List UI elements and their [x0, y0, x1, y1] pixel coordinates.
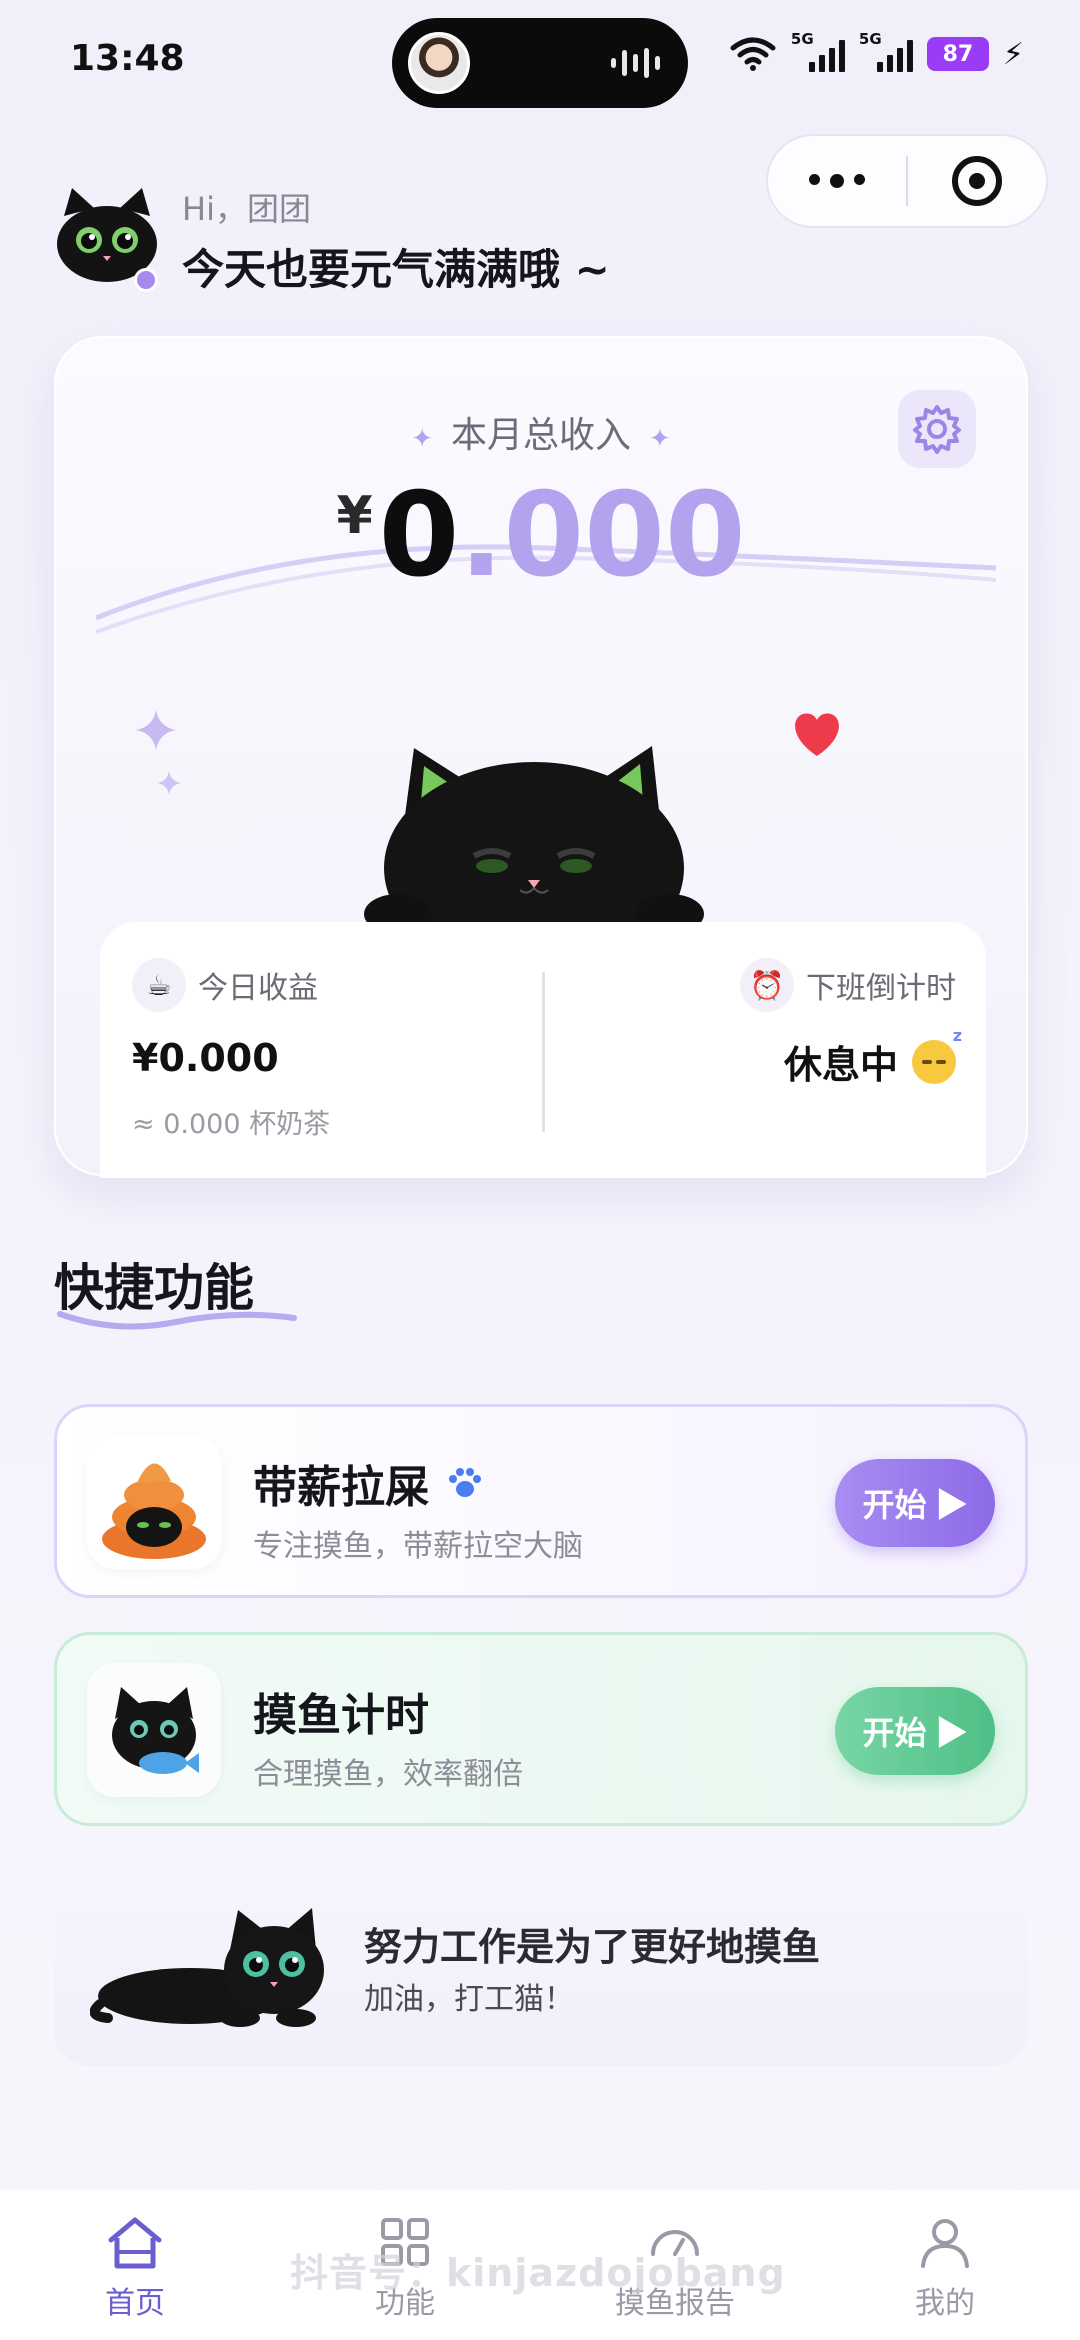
tab-profile[interactable]: 我的	[810, 2190, 1080, 2340]
charging-icon: ⚡	[1002, 36, 1024, 72]
feature-subtitle: 专注摸鱼，带薪拉空大脑	[253, 1529, 583, 1564]
quick-functions-title: 快捷功能	[54, 1259, 254, 1317]
peeking-cat-illustration	[364, 746, 704, 938]
online-status-dot	[134, 268, 158, 292]
sparkle-icon: ✦	[411, 424, 433, 454]
tab-home[interactable]: 首页	[0, 2190, 270, 2340]
douyin-watermark: 抖音号：kinjazdojobang	[290, 2251, 786, 2295]
greeting-message: 今天也要元气满满哦 ~	[182, 245, 610, 294]
home-icon	[103, 2210, 167, 2274]
monthly-income-amount: ¥0.000	[336, 468, 746, 603]
today-earnings-header: ☕ 今日收益	[132, 958, 318, 1012]
wifi-icon	[730, 37, 776, 71]
cat-with-fish-icon	[87, 1663, 221, 1797]
status-bar: 13:48 5G 5G 87 ⚡	[0, 0, 1080, 120]
paid-toilet-card[interactable]: 带薪拉屎 专注摸鱼，带薪拉空大脑 开始 ▶	[54, 1404, 1028, 1598]
sleeping-face-icon: z	[912, 1026, 962, 1084]
motivation-subtitle: 加油，打工猫！	[364, 1982, 574, 2017]
island-avatar	[408, 32, 470, 94]
milk-tea-equivalent: ≈ 0.000 杯奶茶	[132, 1109, 331, 1140]
status-icons: 5G 5G 87 ⚡	[729, 30, 1024, 72]
heart-icon	[795, 713, 839, 756]
sparkle-icon	[136, 710, 176, 750]
off-work-countdown-header: ⏰ 下班倒计时	[740, 958, 956, 1012]
sparkle-icon	[157, 771, 181, 795]
alarm-clock-icon: ⏰	[740, 958, 794, 1012]
feature-subtitle: 合理摸鱼，效率翻倍	[253, 1757, 523, 1792]
more-menu-icon[interactable]	[768, 174, 906, 188]
feature-title: 带薪拉屎	[253, 1451, 485, 1515]
audio-wave-icon	[611, 48, 660, 78]
signal-icon-2: 5G	[859, 30, 913, 72]
motivation-banner: 努力工作是为了更好地摸鱼 加油，打工猫！	[54, 1860, 1028, 2066]
stats-divider	[542, 972, 545, 1132]
coffee-cup-icon: ☕	[132, 958, 186, 1012]
feature-title: 摸鱼计时	[253, 1690, 429, 1741]
greeting-hi: Hi，团团	[182, 190, 311, 228]
income-card: ✦ 本月总收入 ✦ ¥0.000 ☕ 今日收益 ¥0.000 ≈ 0.000 杯…	[54, 336, 1028, 1178]
monthly-income-label: ✦ 本月总收入 ✦	[411, 415, 671, 456]
poop-cat-icon	[87, 1435, 221, 1569]
start-slack-timer-button[interactable]: 开始 ▶	[835, 1687, 995, 1775]
gear-icon	[913, 405, 961, 454]
status-time: 13:48	[70, 38, 185, 79]
daily-stats-card: ☕ 今日收益 ¥0.000 ≈ 0.000 杯奶茶 ⏰ 下班倒计时 休息中 z	[100, 922, 986, 1178]
motivation-title: 努力工作是为了更好地摸鱼	[364, 1925, 821, 1969]
miniprogram-capsule	[766, 134, 1048, 228]
countdown-status: 休息中 z	[783, 1025, 962, 1088]
user-icon	[913, 2210, 977, 2274]
slack-timer-card[interactable]: 摸鱼计时 合理摸鱼，效率翻倍 开始 ▶	[54, 1632, 1028, 1826]
lying-cat-illustration	[90, 1908, 324, 2027]
settings-button[interactable]	[898, 390, 976, 468]
battery-indicator: 87	[926, 37, 989, 71]
dynamic-island[interactable]	[392, 18, 688, 108]
close-miniprogram-icon[interactable]	[908, 156, 1046, 206]
paw-print-icon	[449, 1468, 481, 1497]
today-earnings-amount: ¥0.000	[132, 1036, 279, 1080]
signal-icon-1: 5G	[791, 30, 845, 72]
start-paid-toilet-button[interactable]: 开始 ▶	[835, 1459, 995, 1547]
sparkle-icon: ✦	[649, 424, 671, 454]
